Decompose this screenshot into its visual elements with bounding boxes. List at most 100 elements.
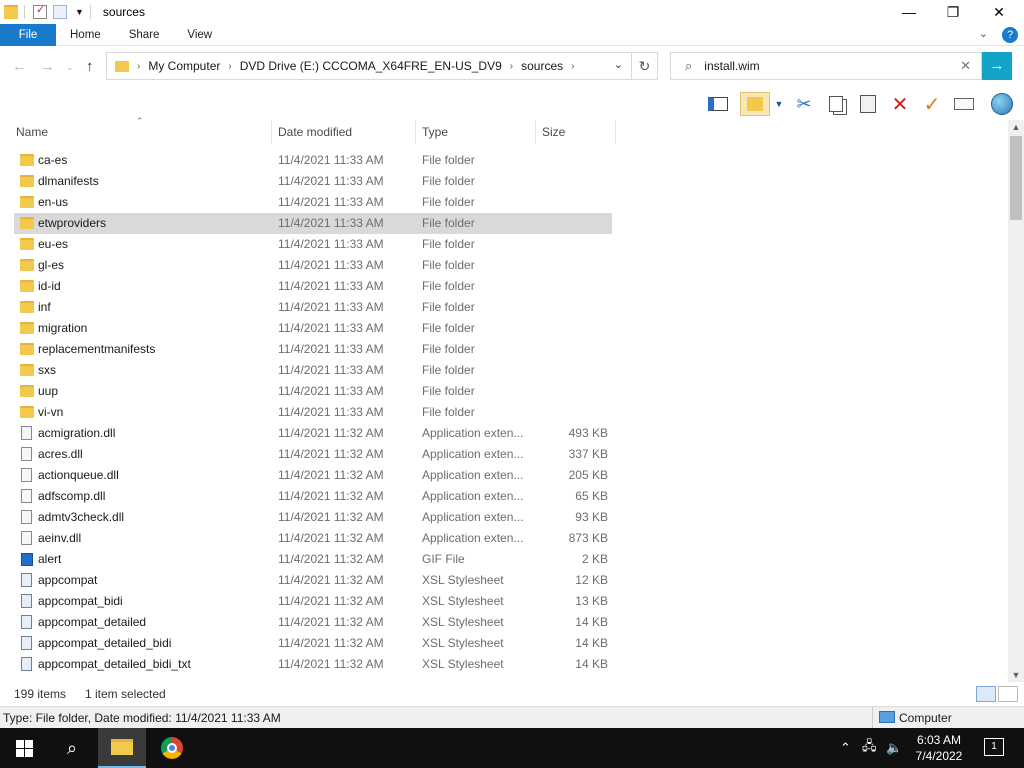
globe-icon[interactable] [990, 92, 1014, 116]
new-folder-icon[interactable] [53, 5, 67, 19]
vertical-scrollbar[interactable]: ▲ ▼ [1008, 120, 1024, 682]
chevron-right-icon[interactable]: › [228, 61, 231, 72]
file-row[interactable]: appcompat 11/4/2021 11:32 AM XSL Styleshee… [14, 570, 612, 591]
file-row[interactable]: aeinv.dll 11/4/2021 11:32 AM Application e… [14, 528, 612, 549]
chevron-right-icon[interactable]: › [137, 61, 140, 72]
tab-file[interactable]: File [0, 24, 56, 46]
clock[interactable]: 6:03 AM 7/4/2022 [904, 732, 974, 764]
search-input[interactable]: install.wim [704, 59, 759, 73]
close-button[interactable]: ✕ [976, 0, 1022, 24]
clock-date: 7/4/2022 [915, 749, 963, 763]
column-type[interactable]: Type [416, 120, 536, 144]
paste-icon[interactable] [856, 92, 880, 116]
folder-row[interactable]: eu-es 11/4/2021 11:33 AM File folder [14, 234, 612, 255]
file-row[interactable]: appcompat_bidi 11/4/2021 11:32 AM XSL Styl… [14, 591, 612, 612]
help-icon[interactable]: ? [1002, 27, 1018, 43]
network-icon[interactable]: 🖧 [862, 728, 877, 768]
file-row[interactable]: appcompat_detailed_bidi 11/4/2021 11:32 A… [14, 633, 612, 654]
breadcrumb-my-computer[interactable]: My Computer [148, 59, 220, 73]
cut-icon[interactable]: ✂ [792, 92, 816, 116]
folder-row[interactable]: uup 11/4/2021 11:33 AM File folder [14, 381, 612, 402]
folder-row[interactable]: inf 11/4/2021 11:33 AM File folder [14, 297, 612, 318]
scroll-down-icon[interactable]: ▼ [1008, 670, 1024, 680]
chevron-down-icon[interactable]: ▼ [772, 92, 786, 116]
file-name: acmigration.dll [38, 426, 116, 440]
column-date-modified[interactable]: Date modified [272, 120, 416, 144]
scroll-up-icon[interactable]: ▲ [1008, 122, 1024, 132]
up-arrow-icon[interactable]: ↑ [86, 58, 94, 75]
breadcrumb-dvd-drive[interactable]: DVD Drive (E:) CCCOMA_X64FRE_EN-US_DV9 [240, 59, 502, 73]
file-row[interactable]: admtv3check.dll 11/4/2021 11:32 AM Applica… [14, 507, 612, 528]
file-size: 205 KB [568, 468, 608, 482]
folder-row[interactable]: migration 11/4/2021 11:33 AM File folder [14, 318, 612, 339]
tab-home[interactable]: Home [56, 24, 115, 46]
file-row[interactable]: appcompat_detailed_bidi_txt 11/4/2021 11:… [14, 654, 612, 675]
search-box[interactable]: ⌕ install.wim ✕ [670, 52, 982, 80]
clear-search-icon[interactable]: ✕ [960, 58, 971, 74]
file-name: replacementmanifests [38, 342, 156, 356]
folder-row[interactable]: gl-es 11/4/2021 11:33 AM File folder [14, 255, 612, 276]
file-row[interactable]: acmigration.dll 11/4/2021 11:32 AM Applica… [14, 423, 612, 444]
delete-icon[interactable]: ✕ [888, 92, 912, 116]
folder-row[interactable]: vi-vn 11/4/2021 11:33 AM File folder [14, 402, 612, 423]
status-bar: 199 items 1 item selected [0, 682, 1024, 706]
file-date-modified: 11/4/2021 11:33 AM [278, 384, 384, 398]
file-row[interactable]: alert 11/4/2021 11:32 AM GIF File 2 KB [14, 549, 612, 570]
maximize-button[interactable]: ❐ [930, 0, 976, 24]
tab-view[interactable]: View [173, 24, 226, 46]
folder-row[interactable]: en-us 11/4/2021 11:33 AM File folder [14, 192, 612, 213]
search-icon[interactable]: ⌕ [48, 728, 96, 768]
checkmark-icon[interactable]: ✓ [920, 92, 944, 116]
forward-arrow-icon[interactable]: → [40, 58, 55, 75]
folder-row[interactable]: id-id 11/4/2021 11:33 AM File folder [14, 276, 612, 297]
recent-locations-icon[interactable]: ⌄ [66, 62, 74, 73]
tab-share[interactable]: Share [115, 24, 174, 46]
folder-row[interactable]: ca-es 11/4/2021 11:33 AM File folder [14, 150, 612, 171]
file-type: File folder [422, 258, 475, 272]
details-view-icon[interactable] [976, 686, 996, 702]
copy-icon[interactable] [824, 92, 848, 116]
notification-center-icon[interactable]: 1 [984, 738, 1004, 756]
divider [24, 5, 25, 19]
file-size: 14 KB [575, 657, 608, 671]
chevron-right-icon[interactable]: › [510, 61, 513, 72]
address-dropdown-icon[interactable]: ⌄ [614, 58, 623, 71]
file-type: XSL Stylesheet [422, 594, 504, 608]
file-explorer-taskbar-button[interactable] [98, 728, 146, 768]
refresh-icon[interactable]: ↻ [632, 52, 658, 80]
details-bar: Type: File folder, Date modified: 11/4/2… [0, 706, 1024, 729]
quick-access-dropdown-icon[interactable]: ▼ [75, 7, 84, 17]
file-list: ca-es 11/4/2021 11:33 AM File folder dlmani… [0, 150, 1008, 682]
breadcrumb-sources[interactable]: sources [521, 59, 563, 73]
large-icons-view-icon[interactable] [998, 686, 1018, 702]
start-button[interactable] [0, 728, 48, 768]
show-hidden-icons[interactable]: ⌃ [840, 728, 851, 768]
chevron-down-icon[interactable]: ⌄ [979, 27, 988, 43]
file-row[interactable]: acres.dll 11/4/2021 11:32 AM Application e… [14, 444, 612, 465]
chevron-right-icon[interactable]: › [571, 61, 574, 72]
preview-pane-icon[interactable] [706, 92, 730, 116]
rename-icon[interactable] [952, 92, 976, 116]
minimize-button[interactable]: — [886, 0, 932, 24]
folder-row[interactable]: dlmanifests 11/4/2021 11:33 AM File folder [14, 171, 612, 192]
folder-row[interactable]: etwproviders 11/4/2021 11:33 AM File folde… [14, 213, 612, 234]
folder-view-icon[interactable] [740, 92, 770, 116]
back-arrow-icon[interactable]: ← [12, 58, 27, 75]
folder-row[interactable]: sxs 11/4/2021 11:33 AM File folder [14, 360, 612, 381]
column-name[interactable]: Name [10, 120, 272, 144]
column-size[interactable]: Size [536, 120, 616, 144]
volume-icon[interactable]: 🔈 [886, 728, 902, 768]
properties-icon[interactable]: ✓ [33, 4, 47, 19]
file-date-modified: 11/4/2021 11:32 AM [278, 573, 384, 587]
search-go-button[interactable]: → [982, 52, 1012, 80]
folder-row[interactable]: replacementmanifests 11/4/2021 11:33 AM Fi… [14, 339, 612, 360]
address-bar[interactable]: › My Computer › DVD Drive (E:) CCCOMA_X6… [106, 52, 632, 80]
chrome-taskbar-button[interactable] [148, 728, 196, 768]
file-row[interactable]: actionqueue.dll 11/4/2021 11:32 AM Applica… [14, 465, 612, 486]
file-date-modified: 11/4/2021 11:33 AM [278, 279, 384, 293]
file-row[interactable]: adfscomp.dll 11/4/2021 11:32 AM Applicatio… [14, 486, 612, 507]
scrollbar-thumb[interactable] [1010, 136, 1022, 220]
file-row[interactable]: appcompat_detailed 11/4/2021 11:32 AM XSL … [14, 612, 612, 633]
file-size: 12 KB [575, 573, 608, 587]
file-name: migration [38, 321, 88, 335]
